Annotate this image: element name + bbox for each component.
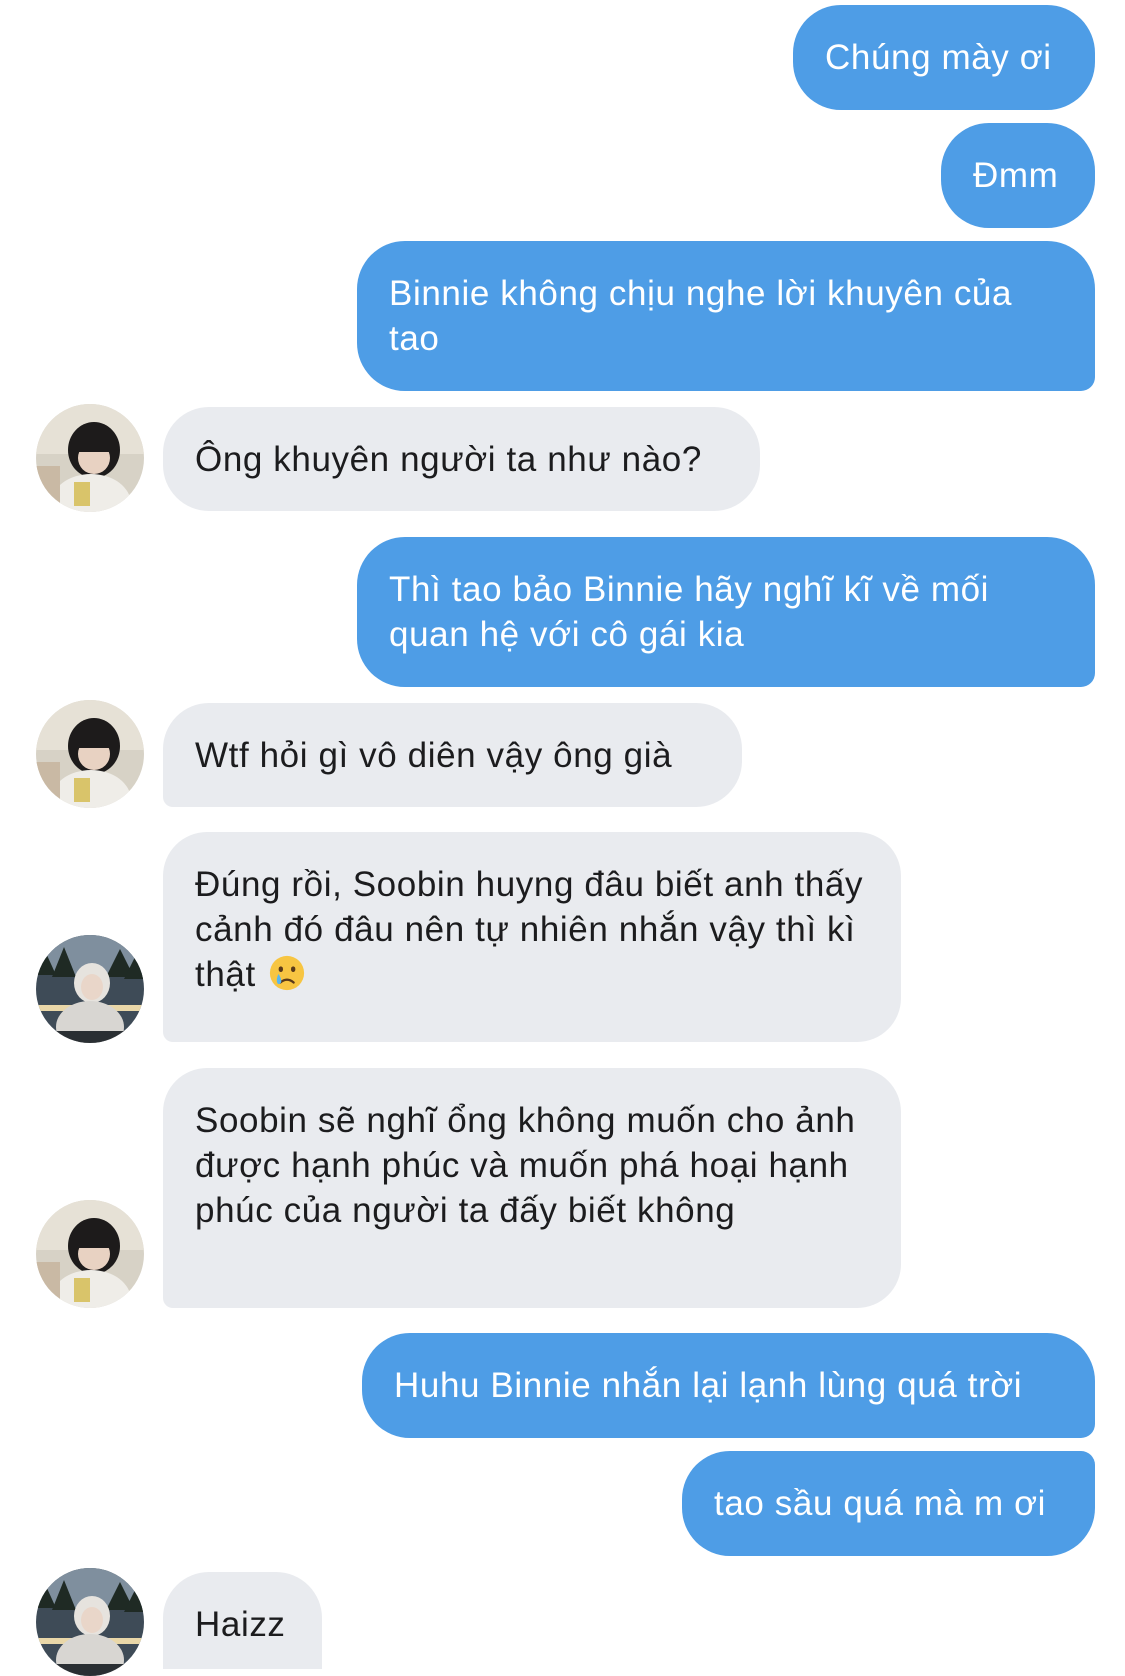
avatar-photo [36,700,144,808]
message-bubble-incoming[interactable]: Wtf hỏi gì vô diên vậy ông già [163,703,742,807]
message-bubble-outgoing[interactable]: Binnie không chịu nghe lời khuyên của ta… [357,241,1095,391]
message-bubble-outgoing[interactable]: Chúng mày ơi [793,5,1095,110]
avatar[interactable] [36,700,144,808]
avatar-photo [36,1200,144,1308]
message-text: Huhu Binnie nhắn lại lạnh lùng quá trời [394,1366,1023,1405]
message-text: tao sầu quá mà m ơi [714,1484,1047,1523]
message-bubble-outgoing[interactable]: Thì tao bảo Binnie hãy nghĩ kĩ về mối qu… [357,537,1095,687]
avatar[interactable] [36,1200,144,1308]
message-text: Haizz [195,1605,286,1644]
message-bubble-incoming[interactable]: Soobin sẽ nghĩ ổng không muốn cho ảnh đư… [163,1068,901,1308]
message-text: Chúng mày ơi [825,38,1052,77]
avatar[interactable] [36,404,144,512]
avatar-photo [36,935,144,1043]
crying-face-icon [270,955,305,991]
message-bubble-incoming[interactable]: Đúng rồi, Soobin huyng đâu biết anh thấy… [163,832,901,1042]
message-bubble-outgoing[interactable]: tao sầu quá mà m ơi [682,1451,1095,1556]
message-text: Thì tao bảo Binnie hãy nghĩ kĩ về mối qu… [389,570,990,654]
message-bubble-outgoing[interactable]: Huhu Binnie nhắn lại lạnh lùng quá trời [362,1333,1095,1438]
message-text: Binnie không chịu nghe lời khuyên của ta… [389,274,1013,358]
avatar[interactable] [36,935,144,1043]
avatar-photo [36,404,144,512]
message-text: Wtf hỏi gì vô diên vậy ông già [195,736,673,775]
avatar[interactable] [36,1568,144,1676]
message-bubble-incoming[interactable]: Haizz [163,1572,322,1669]
message-bubble-outgoing[interactable]: Đmm [941,123,1095,228]
message-bubble-incoming[interactable]: Ông khuyên người ta như nào? [163,407,760,511]
message-text: Soobin sẽ nghĩ ổng không muốn cho ảnh đư… [195,1101,856,1230]
message-text: Ông khuyên người ta như nào? [195,440,702,479]
avatar-photo [36,1568,144,1676]
message-text: Đmm [973,156,1059,195]
